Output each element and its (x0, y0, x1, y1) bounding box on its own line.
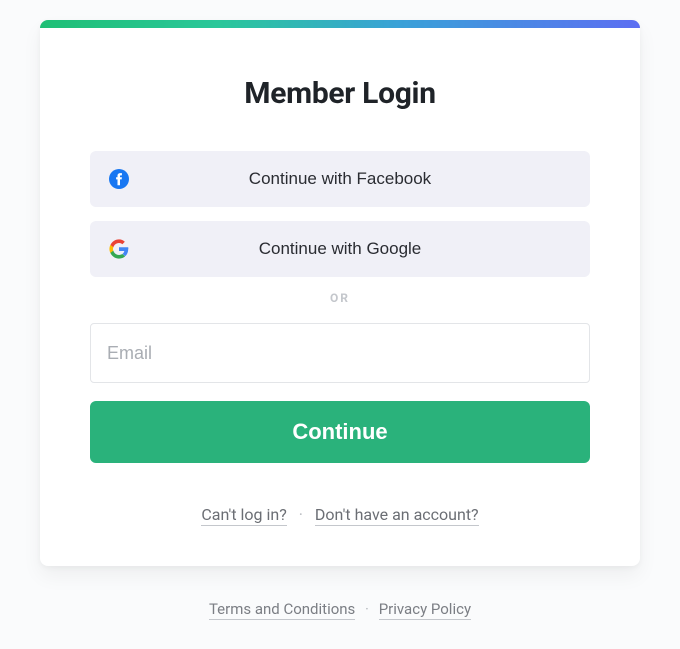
login-card: Member Login Continue with Facebook Cont… (40, 20, 640, 566)
facebook-login-button[interactable]: Continue with Facebook (90, 151, 590, 207)
accent-bar (40, 20, 640, 28)
help-links: Can't log in? · Don't have an account? (90, 505, 590, 524)
no-account-link[interactable]: Don't have an account? (315, 505, 479, 526)
google-login-button[interactable]: Continue with Google (90, 221, 590, 277)
separator-dot: · (299, 505, 303, 524)
footer-links: Terms and Conditions · Privacy Policy (209, 600, 471, 618)
terms-link[interactable]: Terms and Conditions (209, 600, 355, 620)
or-divider: OR (90, 291, 590, 305)
separator-dot: · (365, 600, 369, 618)
page-title: Member Login (90, 76, 590, 111)
cant-login-link[interactable]: Can't log in? (201, 505, 286, 526)
facebook-icon (108, 168, 130, 190)
google-icon (108, 238, 130, 260)
privacy-link[interactable]: Privacy Policy (379, 600, 471, 620)
card-body: Member Login Continue with Facebook Cont… (40, 28, 640, 566)
facebook-button-label: Continue with Facebook (130, 169, 572, 189)
email-field[interactable] (90, 323, 590, 383)
google-button-label: Continue with Google (130, 239, 572, 259)
continue-button[interactable]: Continue (90, 401, 590, 463)
